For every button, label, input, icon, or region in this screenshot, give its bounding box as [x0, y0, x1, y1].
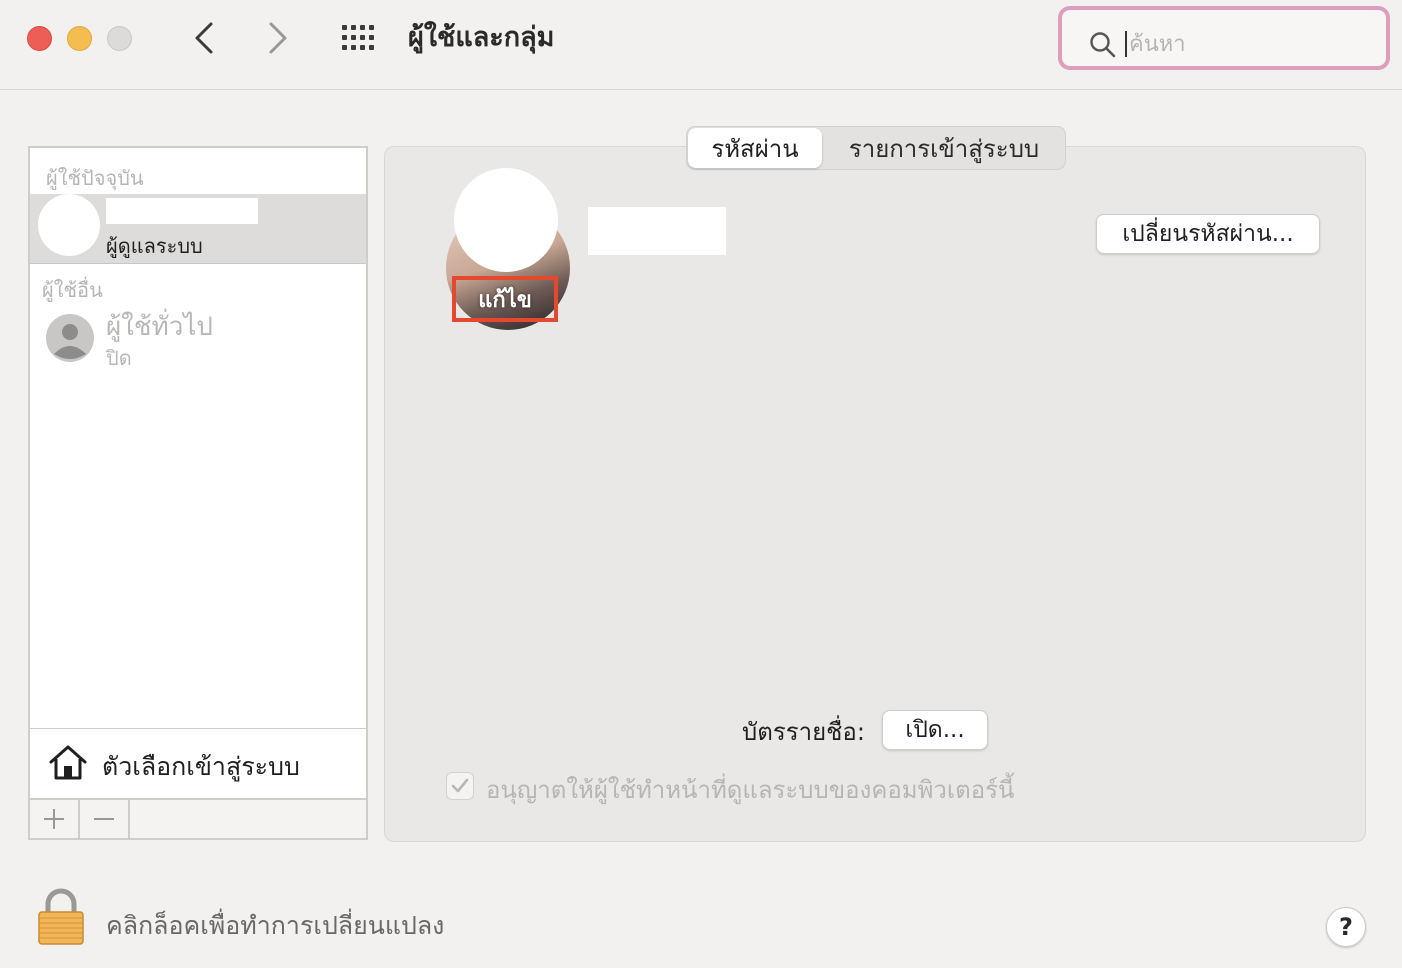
- open-contact-card-button[interactable]: เปิด...: [882, 710, 988, 750]
- zoom-window-button[interactable]: [107, 26, 132, 51]
- search-input[interactable]: [1129, 27, 1369, 61]
- text-caret: [1125, 31, 1127, 57]
- guest-user-name[interactable]: ผู้ใช้ทั่วไป: [106, 306, 213, 347]
- home-icon: [49, 745, 87, 780]
- help-button[interactable]: ?: [1326, 907, 1366, 947]
- redacted-profile-face: [454, 168, 558, 272]
- tab-password[interactable]: รหัสผ่าน: [688, 128, 822, 168]
- allow-admin-checkbox[interactable]: [446, 772, 474, 800]
- lock-hint-label: คลิกล็อคเพื่อทำการเปลี่ยนแปลง: [106, 911, 445, 940]
- minimize-window-button[interactable]: [67, 26, 92, 51]
- current-user-row[interactable]: ผู้ดูแลระบบ: [30, 194, 366, 264]
- lock-icon[interactable]: [36, 888, 86, 950]
- chevron-right-icon: [269, 22, 287, 54]
- avatar: [38, 194, 100, 256]
- tab-login-items[interactable]: รายการเข้าสู่ระบบ: [825, 128, 1063, 168]
- users-sidebar: ผู้ใช้ปัจจุบัน ผู้ดูแลระบบ ผู้ใช้อื่น ผู…: [28, 146, 368, 840]
- add-user-button[interactable]: [30, 800, 80, 838]
- show-all-button[interactable]: [338, 22, 382, 54]
- search-icon: [1090, 32, 1116, 58]
- checkmark-icon: [451, 778, 469, 793]
- tab-bar: รหัสผ่าน รายการเข้าสู่ระบบ: [686, 126, 1066, 170]
- chevron-left-icon: [195, 22, 213, 54]
- window-title: ผู้ใช้และกลุ่ม: [408, 22, 555, 53]
- login-options-item[interactable]: ตัวเลือกเข้าสู่ระบบ: [30, 728, 366, 798]
- redacted-user-name: [106, 198, 258, 224]
- allow-admin-label: อนุญาตให้ผู้ใช้ทำหน้าที่ดูแลระบบของคอมพิ…: [486, 776, 1015, 804]
- remove-user-button[interactable]: [80, 800, 130, 838]
- grid-icon: [342, 25, 374, 50]
- minus-icon: [94, 818, 114, 820]
- edit-picture-label: แก้ไข: [478, 287, 532, 313]
- toolbar: ผู้ใช้และกลุ่ม: [0, 0, 1402, 90]
- guest-avatar-icon[interactable]: [46, 314, 94, 362]
- current-users-header: ผู้ใช้ปัจจุบัน: [46, 166, 144, 190]
- back-button[interactable]: [184, 18, 224, 58]
- user-role-label: ผู้ดูแลระบบ: [106, 234, 203, 258]
- guest-user-status: ปิด: [106, 346, 132, 370]
- forward-button[interactable]: [258, 18, 298, 58]
- edit-picture-button[interactable]: แก้ไข: [452, 276, 558, 322]
- change-password-button[interactable]: เปลี่ยนรหัสผ่าน...: [1096, 214, 1320, 254]
- other-users-header: ผู้ใช้อื่น: [42, 278, 103, 302]
- close-window-button[interactable]: [27, 26, 52, 51]
- sidebar-footer: [30, 798, 366, 838]
- login-options-label: ตัวเลือกเข้าสู่ระบบ: [102, 752, 300, 781]
- search-field[interactable]: [1058, 6, 1390, 70]
- plus-icon: [44, 809, 64, 829]
- contact-card-label: บัตรรายชื่อ:: [742, 718, 865, 746]
- redacted-full-name: [588, 207, 726, 255]
